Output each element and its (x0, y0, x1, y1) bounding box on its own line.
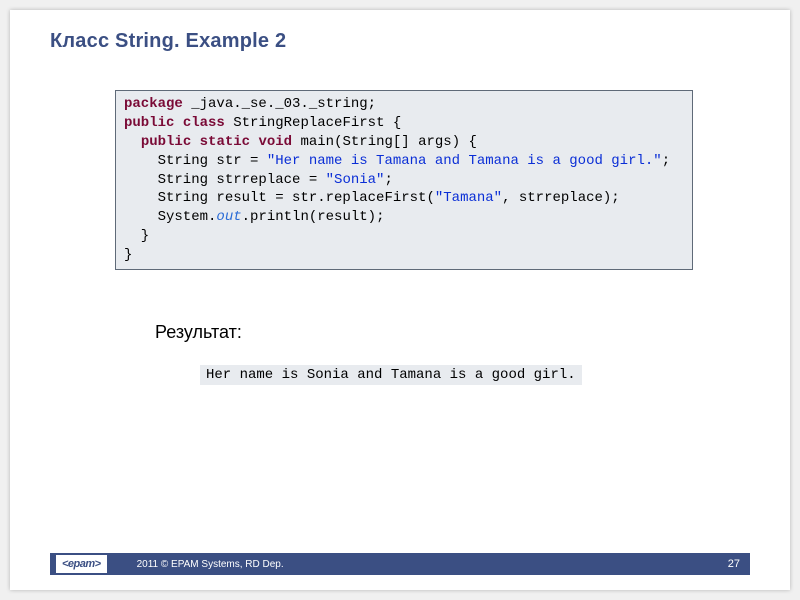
code-block: package _java._se._03._string; public cl… (115, 90, 693, 270)
footer-copyright: 2011 © EPAM Systems, RD Dep. (137, 559, 284, 570)
out-field: out (216, 209, 241, 225)
string-literal: "Sonia" (326, 172, 385, 188)
code-line: String strreplace = (124, 172, 326, 188)
code-line: .println(result); (242, 209, 385, 225)
footer-bar: <epam> 2011 © EPAM Systems, RD Dep. 27 (50, 553, 750, 575)
class-name: StringReplaceFirst { (225, 115, 401, 131)
package-name: _java._se._03._string; (183, 96, 376, 112)
slide-title: Класс String. Example 2 (50, 30, 286, 53)
close-brace: } (124, 247, 132, 263)
keyword-package: package (124, 96, 183, 112)
code-line: System. (124, 209, 216, 225)
keyword-class: class (183, 115, 225, 131)
keyword-public: public (124, 115, 174, 131)
code-line: , strreplace); (502, 190, 620, 206)
slide: Класс String. Example 2 package _java._s… (10, 10, 790, 590)
string-literal: "Tamana" (435, 190, 502, 206)
code-line: String str = (124, 153, 267, 169)
output-text: Her name is Sonia and Tamana is a good g… (200, 365, 582, 385)
page-number: 27 (728, 558, 740, 570)
semicolon: ; (662, 153, 670, 169)
result-label: Результат: (155, 322, 242, 343)
semicolon: ; (384, 172, 392, 188)
code-line: String result = str.replaceFirst( (124, 190, 435, 206)
keyword-static: static (200, 134, 250, 150)
main-signature: main(String[] args) { (292, 134, 477, 150)
keyword-public: public (141, 134, 191, 150)
keyword-void: void (258, 134, 292, 150)
epam-logo: <epam> (56, 555, 107, 573)
string-literal: "Her name is Tamana and Tamana is a good… (267, 153, 662, 169)
close-brace: } (124, 228, 149, 244)
